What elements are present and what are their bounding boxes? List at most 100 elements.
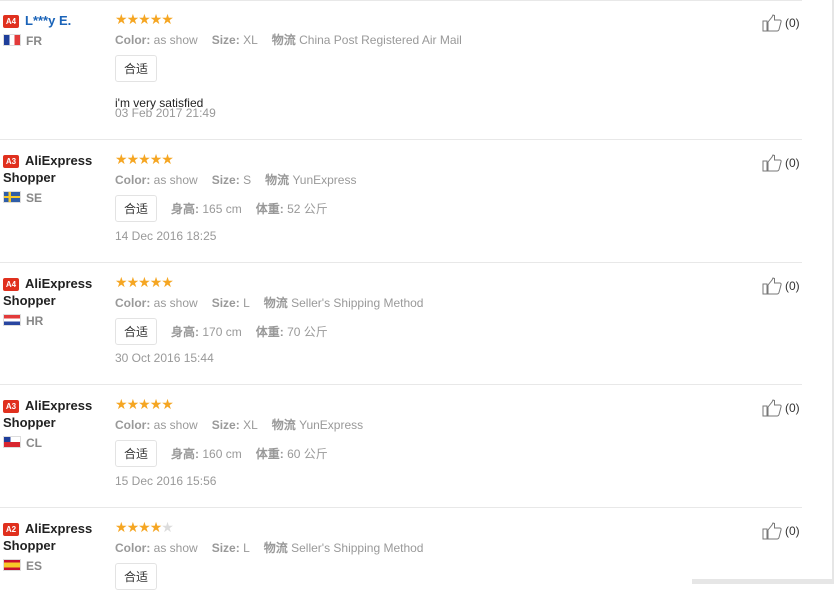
flag-icon [3, 436, 21, 448]
color-label: Color: [115, 296, 151, 310]
star-icon: ★ [126, 151, 140, 167]
review-content: ★★★★★ Color: as show Size: S 物流 YunExpress 合… [115, 152, 675, 222]
color-value: as show [153, 296, 198, 310]
shipping-value: Seller's Shipping Method [291, 541, 424, 555]
star-icon: ★ [115, 519, 128, 535]
shipping-label: 物流 [263, 541, 288, 555]
review-content: ★★★★★ Color: as show Size: XL 物流 YunExpress… [115, 397, 675, 467]
size-label: Size: [211, 173, 240, 187]
buyer-level-badge: A3 [3, 400, 19, 413]
star-rating: ★★★★★ [115, 520, 675, 536]
like-button[interactable]: (0) [762, 522, 800, 540]
reviewer-country: FR [3, 34, 108, 48]
review-content: ★★★★★ Color: as show Size: XL 物流 China Post… [115, 12, 675, 110]
star-icon: ★ [126, 519, 140, 535]
color-value: as show [153, 33, 198, 47]
reviewer-info: A3 AliExpress Shopper SE [3, 152, 108, 205]
review-row: A2 AliExpress Shopper ES ★★★★★ Color: as sho… [0, 508, 802, 590]
shipping-value: YunExpress [299, 418, 364, 432]
star-rating: ★★★★★ [115, 152, 675, 168]
buyer-level-badge: A4 [3, 15, 19, 28]
star-icon: ★ [126, 274, 140, 290]
shipping-value: YunExpress [292, 173, 357, 187]
star-icon: ★ [149, 274, 163, 290]
star-icon: ★ [138, 519, 151, 535]
weight-label: 体重: [255, 447, 284, 461]
color-value: as show [153, 418, 198, 432]
height-value: 170 cm [202, 325, 242, 339]
flag-icon [3, 34, 21, 46]
weight-value: 70 公斤 [287, 325, 328, 339]
thumbs-up-icon [762, 399, 783, 417]
star-rating: ★★★★★ [115, 275, 675, 291]
color-label: Color: [115, 33, 151, 47]
star-icon: ★ [115, 396, 128, 412]
shipping-label: 物流 [271, 33, 296, 47]
reviewer-name[interactable]: A4 L***y E. [3, 12, 108, 29]
country-code: ES [26, 559, 43, 573]
fit-row: 合适 [115, 55, 675, 82]
color-label: Color: [115, 418, 151, 432]
reviewer-name: A4 AliExpress Shopper [3, 275, 108, 309]
flag-icon [3, 314, 21, 326]
review-content: ★★★★★ Color: as show Size: L 物流 Seller's Sh… [115, 275, 675, 345]
color-label: Color: [115, 173, 151, 187]
star-icon: ★ [161, 11, 174, 27]
review-row: A4 L***y E. FR ★★★★★ Color: as show Size: XL 物… [0, 0, 802, 140]
star-icon: ★ [138, 151, 151, 167]
star-rating: ★★★★★ [115, 397, 675, 413]
height-value: 165 cm [202, 202, 242, 216]
size-value: L [243, 541, 250, 555]
shipping-value: China Post Registered Air Mail [299, 33, 462, 47]
reviewer-country: SE [3, 191, 108, 205]
review-row: A3 AliExpress Shopper SE ★★★★★ Color: as sho… [0, 140, 802, 263]
fit-tag: 合适 [115, 563, 158, 590]
thumbs-up-icon [762, 14, 783, 32]
thumbs-up-icon [762, 522, 783, 540]
reviewer-name: A3 AliExpress Shopper [3, 397, 108, 431]
buyer-level-badge: A3 [3, 155, 19, 168]
like-button[interactable]: (0) [762, 14, 800, 32]
height-label: 身高: [171, 325, 200, 339]
size-label: Size: [211, 541, 240, 555]
reviewer-country: HR [3, 314, 108, 328]
height-info: 身高: 160 cm [171, 445, 242, 462]
shipping-label: 物流 [265, 173, 290, 187]
reviewer-country: CL [3, 436, 108, 450]
height-value: 160 cm [202, 447, 242, 461]
weight-info: 体重: 52 公斤 [256, 200, 328, 217]
color-value: as show [153, 541, 198, 555]
reviewer-country: ES [3, 559, 108, 573]
shipping-label: 物流 [271, 418, 296, 432]
order-attributes: Color: as show Size: XL 物流 China Post Regi… [115, 33, 675, 48]
size-value: L [243, 296, 250, 310]
size-value: S [243, 173, 252, 187]
review-date: 15 Dec 2016 15:56 [115, 474, 217, 488]
star-icon: ★ [161, 274, 174, 290]
buyer-level-badge: A2 [3, 523, 19, 536]
size-value: XL [243, 418, 258, 432]
height-label: 身高: [171, 447, 200, 461]
fit-row: 合适 身高: 160 cm 体重: 60 公斤 [115, 440, 675, 467]
country-code: HR [26, 314, 44, 328]
country-code: CL [26, 436, 42, 450]
flag-icon [3, 559, 21, 571]
like-button[interactable]: (0) [762, 399, 800, 417]
size-label: Size: [211, 33, 240, 47]
like-button[interactable]: (0) [762, 277, 800, 295]
review-row: A3 AliExpress Shopper CL ★★★★★ Color: as sho… [0, 385, 802, 508]
like-count: (0) [785, 279, 800, 293]
country-code: SE [26, 191, 43, 205]
weight-label: 体重: [255, 202, 284, 216]
reviewer-info: A4 AliExpress Shopper HR [3, 275, 108, 328]
reviewer-name: A3 AliExpress Shopper [3, 152, 108, 186]
weight-value: 52 公斤 [287, 202, 328, 216]
like-button[interactable]: (0) [762, 154, 800, 172]
fit-row: 合适 身高: 165 cm 体重: 52 公斤 [115, 195, 675, 222]
fit-row: 合适 [115, 563, 675, 590]
review-content: ★★★★★ Color: as show Size: L 物流 Seller's Sh… [115, 520, 675, 590]
flag-icon [3, 191, 21, 203]
weight-label: 体重: [255, 325, 284, 339]
reviewer-name-text: L***y E. [25, 13, 72, 28]
fit-tag: 合适 [115, 318, 158, 345]
